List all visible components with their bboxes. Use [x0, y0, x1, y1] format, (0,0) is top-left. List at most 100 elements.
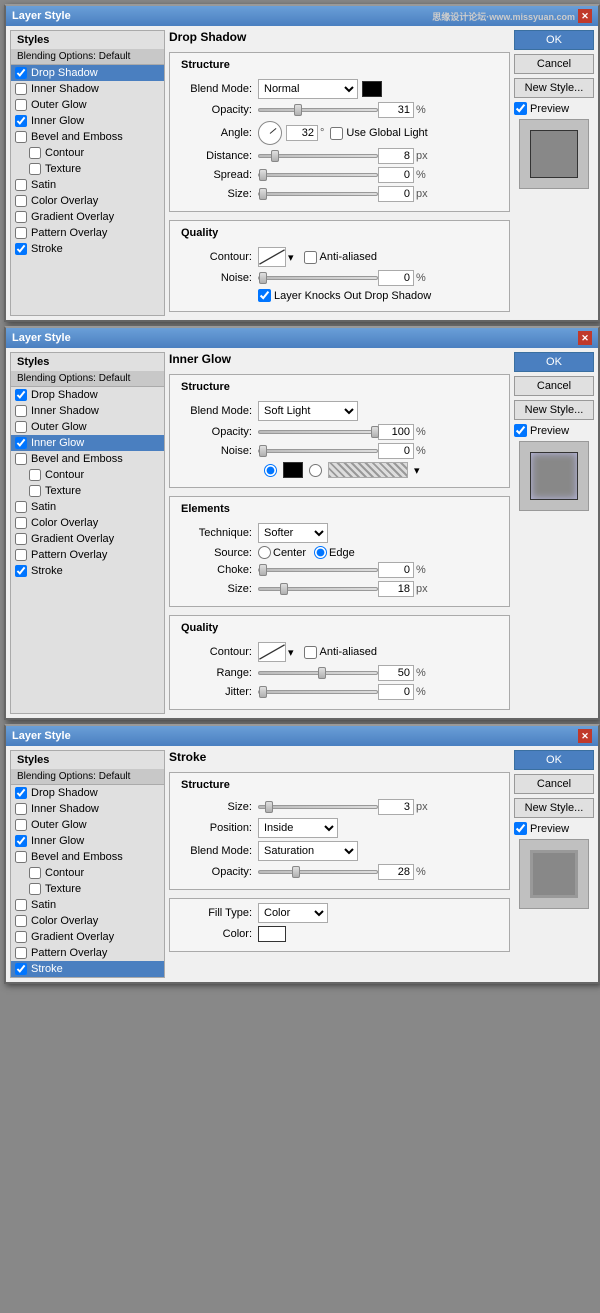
style-outer-glow-1[interactable]: Outer Glow — [11, 97, 164, 113]
cancel-button-3[interactable]: Cancel — [514, 774, 594, 794]
style-inner-shadow-3[interactable]: Inner Shadow — [11, 801, 164, 817]
distance-slider-1[interactable] — [258, 154, 378, 158]
distance-input-1[interactable] — [378, 148, 414, 164]
cb-drop-shadow-3[interactable] — [15, 787, 27, 799]
noise-slider-1[interactable] — [258, 276, 378, 280]
cb-inner-shadow-1[interactable] — [15, 83, 27, 95]
preview-cb-3[interactable] — [514, 822, 527, 835]
cb-satin-3[interactable] — [15, 899, 27, 911]
cb-satin-1[interactable] — [15, 179, 27, 191]
anti-alias-cb-1[interactable] — [304, 251, 317, 264]
style-stroke-2[interactable]: Stroke — [11, 563, 164, 579]
size-input-2[interactable] — [378, 581, 414, 597]
size-input-3[interactable] — [378, 799, 414, 815]
radio-solid-2[interactable] — [264, 464, 277, 477]
radio-gradient-2[interactable] — [309, 464, 322, 477]
style-gradient-overlay-2[interactable]: Gradient Overlay — [11, 531, 164, 547]
opacity-slider-2[interactable] — [258, 430, 378, 434]
source-center-label-2[interactable]: Center — [258, 546, 306, 559]
style-satin-2[interactable]: Satin — [11, 499, 164, 515]
cb-outer-glow-3[interactable] — [15, 819, 27, 831]
cb-gradient-overlay-1[interactable] — [15, 211, 27, 223]
jitter-input-2[interactable] — [378, 684, 414, 700]
cb-stroke-2[interactable] — [15, 565, 27, 577]
cb-texture-2[interactable] — [29, 485, 41, 497]
cancel-button-2[interactable]: Cancel — [514, 376, 594, 396]
new-style-button-1[interactable]: New Style... — [514, 78, 594, 98]
preview-label-2[interactable]: Preview — [514, 424, 594, 437]
style-drop-shadow-2[interactable]: Drop Shadow — [11, 387, 164, 403]
solid-color-swatch-2[interactable] — [283, 462, 303, 478]
cb-outer-glow-1[interactable] — [15, 99, 27, 111]
opacity-input-1[interactable] — [378, 102, 414, 118]
style-inner-glow-3[interactable]: Inner Glow — [11, 833, 164, 849]
preview-cb-1[interactable] — [514, 102, 527, 115]
gradient-swatch-2[interactable] — [328, 462, 408, 478]
cb-inner-glow-2[interactable] — [15, 437, 27, 449]
cb-contour-3[interactable] — [29, 867, 41, 879]
global-light-label-1[interactable]: Use Global Light — [330, 127, 427, 140]
noise-input-1[interactable] — [378, 270, 414, 286]
cb-inner-glow-3[interactable] — [15, 835, 27, 847]
stroke-color-swatch-3[interactable] — [258, 926, 286, 942]
contour-preview-2[interactable] — [258, 642, 286, 662]
close-button-1[interactable]: ✕ — [578, 9, 592, 23]
blending-options-2[interactable]: Blending Options: Default — [11, 371, 164, 387]
opacity-slider-1[interactable] — [258, 108, 378, 112]
fill-type-select-3[interactable]: Color — [258, 903, 328, 923]
style-texture-3[interactable]: Texture — [11, 881, 164, 897]
blend-mode-select-1[interactable]: Normal — [258, 79, 358, 99]
cb-satin-2[interactable] — [15, 501, 27, 513]
range-slider-2[interactable] — [258, 671, 378, 675]
style-drop-shadow-1[interactable]: Drop Shadow — [11, 65, 164, 81]
style-bevel-3[interactable]: Bevel and Emboss — [11, 849, 164, 865]
style-outer-glow-2[interactable]: Outer Glow — [11, 419, 164, 435]
style-contour-3[interactable]: Contour — [11, 865, 164, 881]
ok-button-2[interactable]: OK — [514, 352, 594, 372]
ok-button-1[interactable]: OK — [514, 30, 594, 50]
style-bevel-1[interactable]: Bevel and Emboss — [11, 129, 164, 145]
choke-slider-2[interactable] — [258, 568, 378, 572]
size-input-1[interactable] — [378, 186, 414, 202]
size-slider-3[interactable] — [258, 805, 378, 809]
size-slider-1[interactable] — [258, 192, 378, 196]
style-color-overlay-1[interactable]: Color Overlay — [11, 193, 164, 209]
jitter-slider-2[interactable] — [258, 690, 378, 694]
cb-pattern-overlay-2[interactable] — [15, 549, 27, 561]
source-center-radio-2[interactable] — [258, 546, 271, 559]
style-color-overlay-3[interactable]: Color Overlay — [11, 913, 164, 929]
cb-bevel-1[interactable] — [15, 131, 27, 143]
cb-drop-shadow-1[interactable] — [15, 67, 27, 79]
cb-color-overlay-2[interactable] — [15, 517, 27, 529]
opacity-input-2[interactable] — [378, 424, 414, 440]
blending-options-1[interactable]: Blending Options: Default — [11, 49, 164, 65]
style-stroke-1[interactable]: Stroke — [11, 241, 164, 257]
gradient-arrow-2[interactable]: ▾ — [414, 464, 420, 477]
cancel-button-1[interactable]: Cancel — [514, 54, 594, 74]
cb-outer-glow-2[interactable] — [15, 421, 27, 433]
style-drop-shadow-3[interactable]: Drop Shadow — [11, 785, 164, 801]
technique-select-2[interactable]: Softer — [258, 523, 328, 543]
preview-label-1[interactable]: Preview — [514, 102, 594, 115]
spread-input-1[interactable] — [378, 167, 414, 183]
style-contour-2[interactable]: Contour — [11, 467, 164, 483]
anti-alias-label-1[interactable]: Anti-aliased — [304, 251, 377, 264]
cb-bevel-3[interactable] — [15, 851, 27, 863]
global-light-cb-1[interactable] — [330, 127, 343, 140]
style-gradient-overlay-1[interactable]: Gradient Overlay — [11, 209, 164, 225]
opacity-input-3[interactable] — [378, 864, 414, 880]
position-select-3[interactable]: Inside — [258, 818, 338, 838]
cb-texture-1[interactable] — [29, 163, 41, 175]
close-button-3[interactable]: ✕ — [578, 729, 592, 743]
cb-pattern-overlay-1[interactable] — [15, 227, 27, 239]
style-pattern-overlay-1[interactable]: Pattern Overlay — [11, 225, 164, 241]
style-pattern-overlay-3[interactable]: Pattern Overlay — [11, 945, 164, 961]
blend-mode-select-3[interactable]: Saturation — [258, 841, 358, 861]
noise-slider-2[interactable] — [258, 449, 378, 453]
style-texture-2[interactable]: Texture — [11, 483, 164, 499]
anti-alias-label-2[interactable]: Anti-aliased — [304, 646, 377, 659]
contour-arrow-1[interactable]: ▾ — [288, 251, 294, 264]
cb-texture-3[interactable] — [29, 883, 41, 895]
blend-mode-color-swatch-1[interactable] — [362, 81, 382, 97]
cb-color-overlay-1[interactable] — [15, 195, 27, 207]
